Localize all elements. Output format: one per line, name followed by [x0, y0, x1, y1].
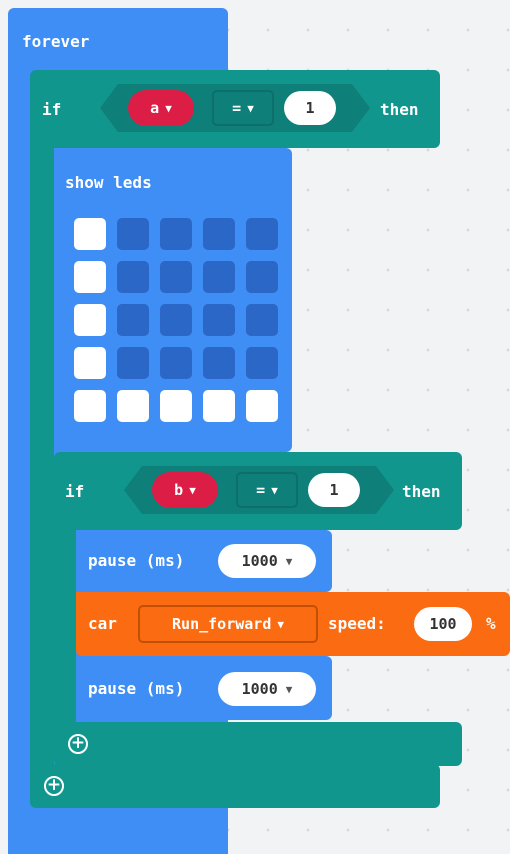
pause-label-2: pause (ms)	[88, 679, 185, 698]
led-cell[interactable]	[203, 218, 235, 250]
led-cell[interactable]	[117, 304, 149, 336]
led-cell[interactable]	[246, 218, 278, 250]
led-cell[interactable]	[160, 218, 192, 250]
car-block[interactable]: car Run_forward ▼ speed: 100 %	[76, 592, 510, 656]
led-cell[interactable]	[74, 390, 106, 422]
variable-a-dropdown[interactable]: a ▼	[128, 90, 194, 126]
led-cell[interactable]	[246, 390, 278, 422]
operator-dropdown-inner[interactable]: = ▼	[236, 472, 298, 508]
if-block-inner[interactable]: if b ▼ = ▼ 1 then	[54, 452, 462, 530]
if-block-inner-arm	[54, 528, 76, 724]
value-input-inner[interactable]: 1	[308, 473, 360, 507]
add-branch-icon-inner[interactable]: +	[68, 734, 88, 754]
led-cell[interactable]	[117, 347, 149, 379]
chevron-down-icon: ▼	[285, 682, 293, 696]
operator-dropdown-outer[interactable]: = ▼	[212, 90, 274, 126]
direction-dropdown[interactable]: Run_forward ▼	[138, 605, 318, 643]
led-cell[interactable]	[74, 261, 106, 293]
pause-block-2[interactable]: pause (ms) 1000 ▼	[76, 656, 332, 720]
if-block-outer-footer: +	[30, 764, 440, 808]
led-cell[interactable]	[246, 261, 278, 293]
chevron-down-icon: ▼	[285, 554, 293, 568]
if-label-outer: if	[42, 100, 62, 119]
pause-duration-dropdown-2[interactable]: 1000 ▼	[218, 672, 316, 706]
car-label: car	[88, 614, 117, 633]
pause-duration-dropdown-1[interactable]: 1000 ▼	[218, 544, 316, 578]
speed-input[interactable]: 100	[414, 607, 472, 641]
led-cell[interactable]	[117, 390, 149, 422]
then-label-inner: then	[402, 482, 441, 501]
led-grid[interactable]	[74, 218, 284, 428]
led-cell[interactable]	[160, 390, 192, 422]
led-cell[interactable]	[203, 304, 235, 336]
led-cell[interactable]	[203, 261, 235, 293]
led-cell[interactable]	[160, 304, 192, 336]
add-branch-icon-outer[interactable]: +	[44, 776, 64, 796]
if-block-outer[interactable]: if a ▼ = ▼ 1 then	[30, 70, 440, 148]
led-cell[interactable]	[160, 261, 192, 293]
if-label-inner: if	[65, 482, 85, 501]
variable-b-dropdown[interactable]: b ▼	[152, 472, 218, 508]
chevron-down-icon: ▼	[189, 483, 196, 497]
chevron-down-icon: ▼	[165, 101, 172, 115]
led-cell[interactable]	[74, 347, 106, 379]
speed-label: speed:	[328, 614, 386, 633]
led-cell[interactable]	[160, 347, 192, 379]
led-cell[interactable]	[246, 347, 278, 379]
led-cell[interactable]	[246, 304, 278, 336]
chevron-down-icon: ▼	[247, 101, 254, 115]
pause-label-1: pause (ms)	[88, 551, 185, 570]
led-cell[interactable]	[117, 218, 149, 250]
chevron-down-icon: ▼	[277, 617, 284, 631]
show-leds-block[interactable]: show leds	[54, 148, 292, 452]
pause-block-1[interactable]: pause (ms) 1000 ▼	[76, 530, 332, 592]
led-cell[interactable]	[203, 347, 235, 379]
if-block-inner-footer: +	[54, 722, 462, 766]
value-input-outer[interactable]: 1	[284, 91, 336, 125]
led-cell[interactable]	[74, 218, 106, 250]
led-cell[interactable]	[74, 304, 106, 336]
speed-unit: %	[486, 614, 496, 633]
led-cell[interactable]	[203, 390, 235, 422]
show-leds-label: show leds	[65, 173, 152, 192]
then-label-outer: then	[380, 100, 419, 119]
led-cell[interactable]	[117, 261, 149, 293]
chevron-down-icon: ▼	[271, 483, 278, 497]
if-block-outer-arm	[30, 146, 54, 766]
forever-label: forever	[22, 32, 90, 51]
